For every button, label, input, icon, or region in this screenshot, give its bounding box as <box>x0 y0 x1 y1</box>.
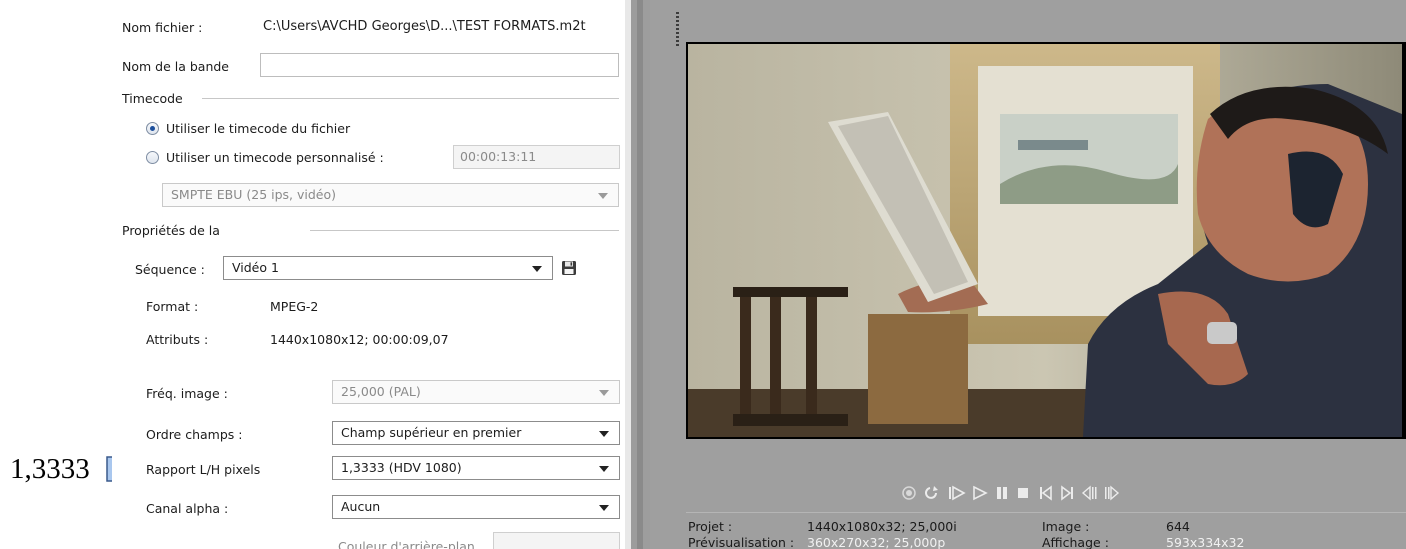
callout-value: 1,3333 <box>10 453 90 485</box>
field-order-select[interactable]: Champ supérieur en premier <box>332 421 620 445</box>
chevron-down-icon <box>599 466 609 472</box>
image-label: Image : <box>1042 519 1090 534</box>
display-value: 593x334x32 <box>1166 535 1245 549</box>
go-to-end-icon[interactable] <box>1061 485 1073 501</box>
chevron-down-icon <box>532 266 542 272</box>
preview-label: Prévisualisation : <box>688 535 795 549</box>
pixel-ratio-select[interactable]: 1,3333 (HDV 1080) <box>332 456 620 480</box>
panel-splitter[interactable] <box>625 0 650 549</box>
field-order-label: Ordre champs : <box>146 427 243 442</box>
loop-icon[interactable] <box>925 486 938 499</box>
use-file-timecode-radio[interactable] <box>146 122 159 135</box>
video-preview-panel: Projet : 1440x1080x32; 25,000i Prévisual… <box>650 0 1406 549</box>
pause-icon[interactable] <box>997 487 1007 499</box>
attributes-value: 1440x1080x12; 00:00:09,07 <box>270 332 449 347</box>
stop-icon[interactable] <box>1018 488 1028 498</box>
pixel-ratio-label: Rapport L/H pixels <box>146 462 261 477</box>
preview-value: 360x270x32; 25,000p <box>807 535 946 549</box>
frame-rate-label: Fréq. image : <box>146 386 228 401</box>
tape-name-label: Nom de la bande <box>122 59 229 74</box>
grip-handle-icon[interactable] <box>676 12 679 46</box>
sequence-select[interactable]: Vidéo 1 <box>223 256 553 280</box>
use-custom-timecode-label: Utiliser un timecode personnalisé : <box>166 150 384 165</box>
image-value: 644 <box>1166 519 1190 534</box>
project-value: 1440x1080x32; 25,000i <box>807 519 957 534</box>
format-label: Format : <box>146 299 199 314</box>
format-value: MPEG-2 <box>270 299 319 314</box>
chevron-down-icon <box>598 193 608 199</box>
video-frame-image <box>688 44 1402 437</box>
status-separator <box>686 512 1406 513</box>
background-color-swatch[interactable] <box>493 532 620 549</box>
sequence-label: Séquence : <box>135 262 205 277</box>
chevron-down-icon <box>599 505 609 511</box>
display-label: Affichage : <box>1042 535 1109 549</box>
attributes-label: Attributs : <box>146 332 209 347</box>
tape-name-input[interactable] <box>260 53 619 77</box>
play-from-start-icon[interactable] <box>949 485 966 501</box>
properties-section-line <box>310 230 619 231</box>
timecode-format-select[interactable]: SMPTE EBU (25 ips, vidéo) <box>162 183 619 207</box>
alpha-channel-select[interactable]: Aucun <box>332 495 620 519</box>
go-to-start-icon[interactable] <box>1040 485 1052 501</box>
use-custom-timecode-radio[interactable] <box>146 151 159 164</box>
file-name-value: C:\Users\AVCHD Georges\D...\TEST FORMATS… <box>263 19 586 34</box>
media-properties-panel: Nom fichier : C:\Users\AVCHD Georges\D..… <box>112 0 625 549</box>
timecode-section-label: Timecode <box>122 91 183 106</box>
play-icon[interactable] <box>973 485 988 501</box>
chevron-down-icon <box>599 431 609 437</box>
previous-frame-icon[interactable] <box>1081 485 1097 501</box>
file-name-label: Nom fichier : <box>122 20 203 35</box>
chevron-down-icon <box>599 390 609 396</box>
project-label: Projet : <box>688 519 733 534</box>
use-file-timecode-label: Utiliser le timecode du fichier <box>166 121 351 136</box>
background-color-label: Couleur d'arrière-plan <box>338 539 475 549</box>
video-preview-window <box>686 42 1406 439</box>
timecode-section-line <box>202 98 619 99</box>
next-frame-icon[interactable] <box>1105 485 1120 501</box>
record-icon[interactable] <box>902 486 916 500</box>
save-icon[interactable] <box>561 260 577 276</box>
alpha-channel-label: Canal alpha : <box>146 501 229 516</box>
custom-timecode-input[interactable]: 00:00:13:11 <box>453 145 620 169</box>
transport-controls <box>902 485 1120 501</box>
frame-rate-select[interactable]: 25,000 (PAL) <box>332 380 620 404</box>
properties-section-label: Propriétés de la <box>122 223 220 238</box>
